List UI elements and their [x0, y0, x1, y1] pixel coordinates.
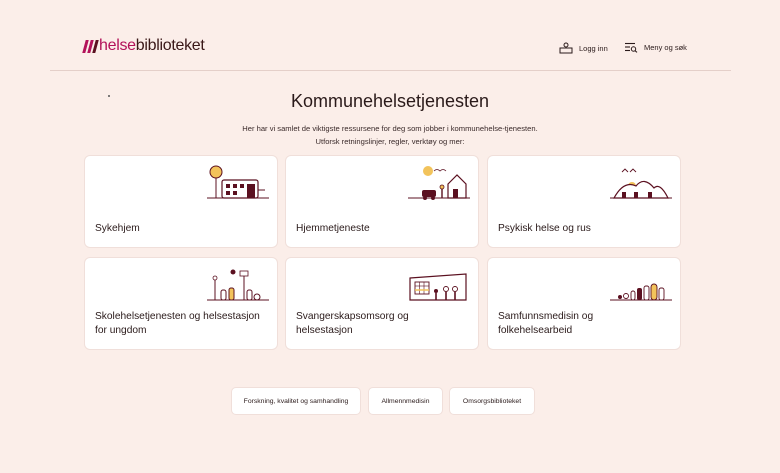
- card-label: Skolehelsetjenesten og helsestasjon for …: [95, 311, 260, 336]
- card-sykehjem[interactable]: Sykehjem: [84, 155, 278, 248]
- public-health-icon: [610, 283, 672, 301]
- card-samfunnsmedisin[interactable]: Samfunnsmedisin og folkehelsearbeid: [487, 257, 681, 350]
- link-allmennmedisin[interactable]: Allmennmedisin: [368, 387, 443, 415]
- menu-search-label: Meny og søk: [644, 43, 687, 52]
- card-label: Svangerskapsomsorg og helsestasjon: [296, 311, 409, 336]
- card-label: Psykisk helse og rus: [498, 223, 591, 234]
- card-label: Samfunnsmedisin og folkehelsearbeid: [498, 311, 594, 336]
- menu-search-button[interactable]: Meny og søk: [624, 42, 687, 53]
- logo-mark-icon: [82, 39, 99, 53]
- card-label: Hjemmetjeneste: [296, 223, 370, 234]
- menu-search-icon: [625, 42, 638, 53]
- link-label: Allmennmedisin: [381, 397, 430, 405]
- login-label: Logg inn: [579, 43, 608, 53]
- card-psykisk-helse[interactable]: Psykisk helse og rus: [487, 155, 681, 248]
- page-title: Kommunehelsetjenesten: [290, 91, 490, 111]
- card-hjemmetjeneste[interactable]: Hjemmetjeneste: [285, 155, 479, 248]
- home-care-icon: [408, 166, 470, 200]
- login-button[interactable]: Logg inn: [559, 42, 608, 54]
- link-forskning[interactable]: Forskning, kvalitet og samhandling: [231, 387, 361, 415]
- link-omsorgsbiblioteket[interactable]: Omsorgsbiblioteket: [449, 387, 535, 415]
- school-health-icon: [207, 269, 269, 301]
- nursing-home-icon: [207, 165, 269, 199]
- link-label: Omsorgsbiblioteket: [462, 397, 522, 405]
- card-skolehelsetjenesten[interactable]: Skolehelsetjenesten og helsestasjon for …: [84, 257, 278, 350]
- logo-text: helsebiblioteket: [99, 37, 205, 54]
- login-icon: [559, 42, 573, 54]
- card-label: Sykehjem: [95, 223, 140, 234]
- mental-health-icon: [610, 168, 672, 199]
- card-svangerskapsomsorg[interactable]: Svangerskapsomsorg og helsestasjon: [285, 257, 479, 350]
- maternity-care-icon: [409, 273, 467, 301]
- site-header: helsebiblioteket Logg inn Meny og søk: [50, 0, 731, 71]
- link-label: Forskning, kvalitet og samhandling: [243, 397, 349, 405]
- helsebiblioteket-logo[interactable]: helsebiblioteket: [82, 37, 205, 54]
- page-intro: Her har vi samlet de viktigste ressursen…: [242, 124, 538, 146]
